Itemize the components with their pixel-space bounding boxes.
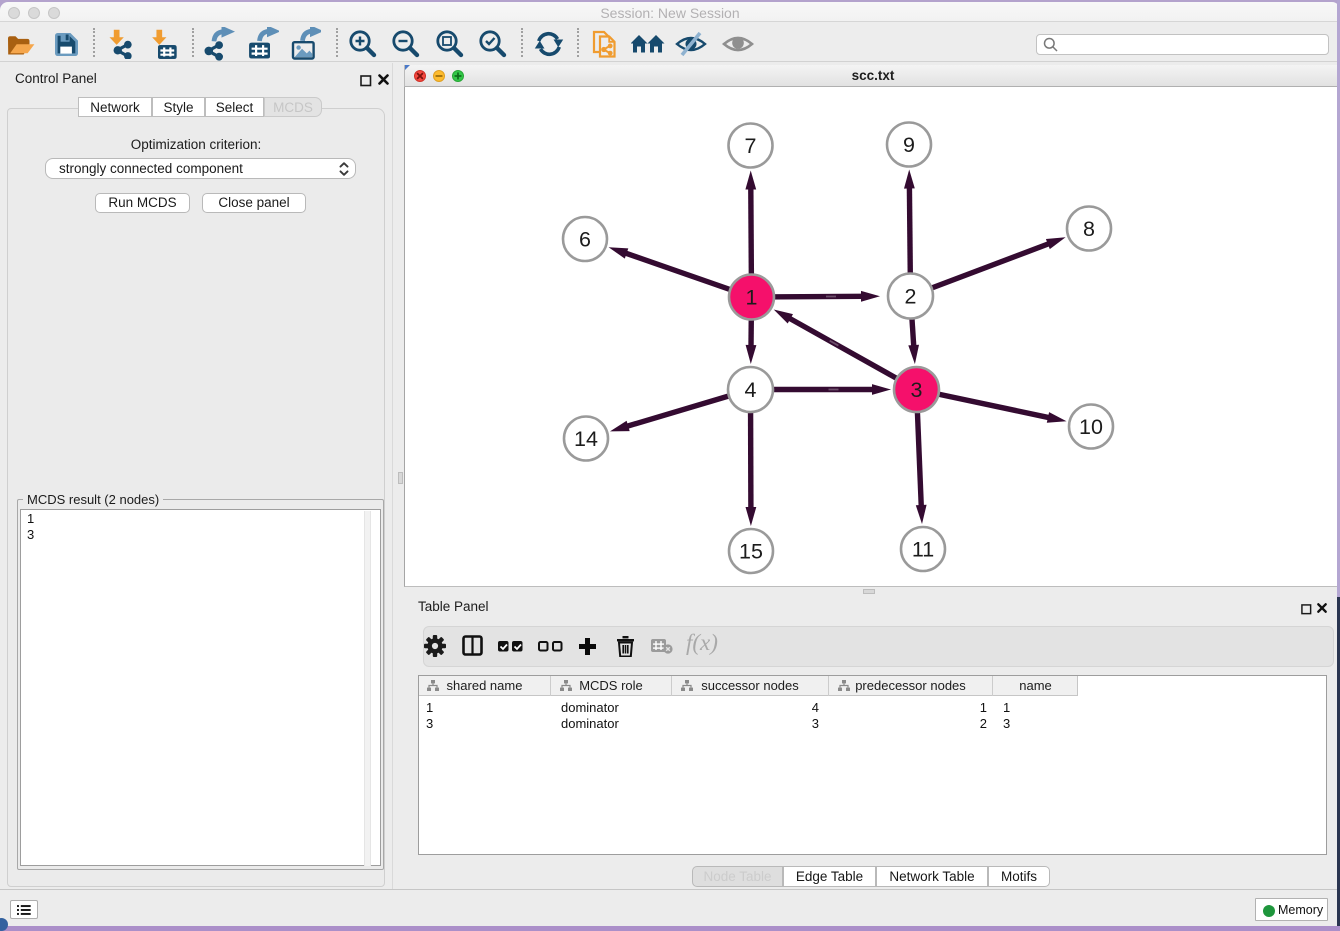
svg-text:2: 2: [905, 285, 917, 309]
svg-text:6: 6: [579, 228, 591, 252]
svg-text:8: 8: [1083, 217, 1095, 241]
svg-text:11: 11: [912, 538, 934, 562]
svg-text:9: 9: [903, 133, 915, 157]
svg-text:1: 1: [746, 286, 758, 310]
svg-text:15: 15: [739, 540, 763, 564]
svg-text:14: 14: [574, 427, 598, 451]
svg-text:4: 4: [745, 378, 757, 402]
svg-text:10: 10: [1079, 415, 1103, 439]
svg-text:7: 7: [745, 134, 757, 158]
svg-text:3: 3: [911, 378, 923, 402]
